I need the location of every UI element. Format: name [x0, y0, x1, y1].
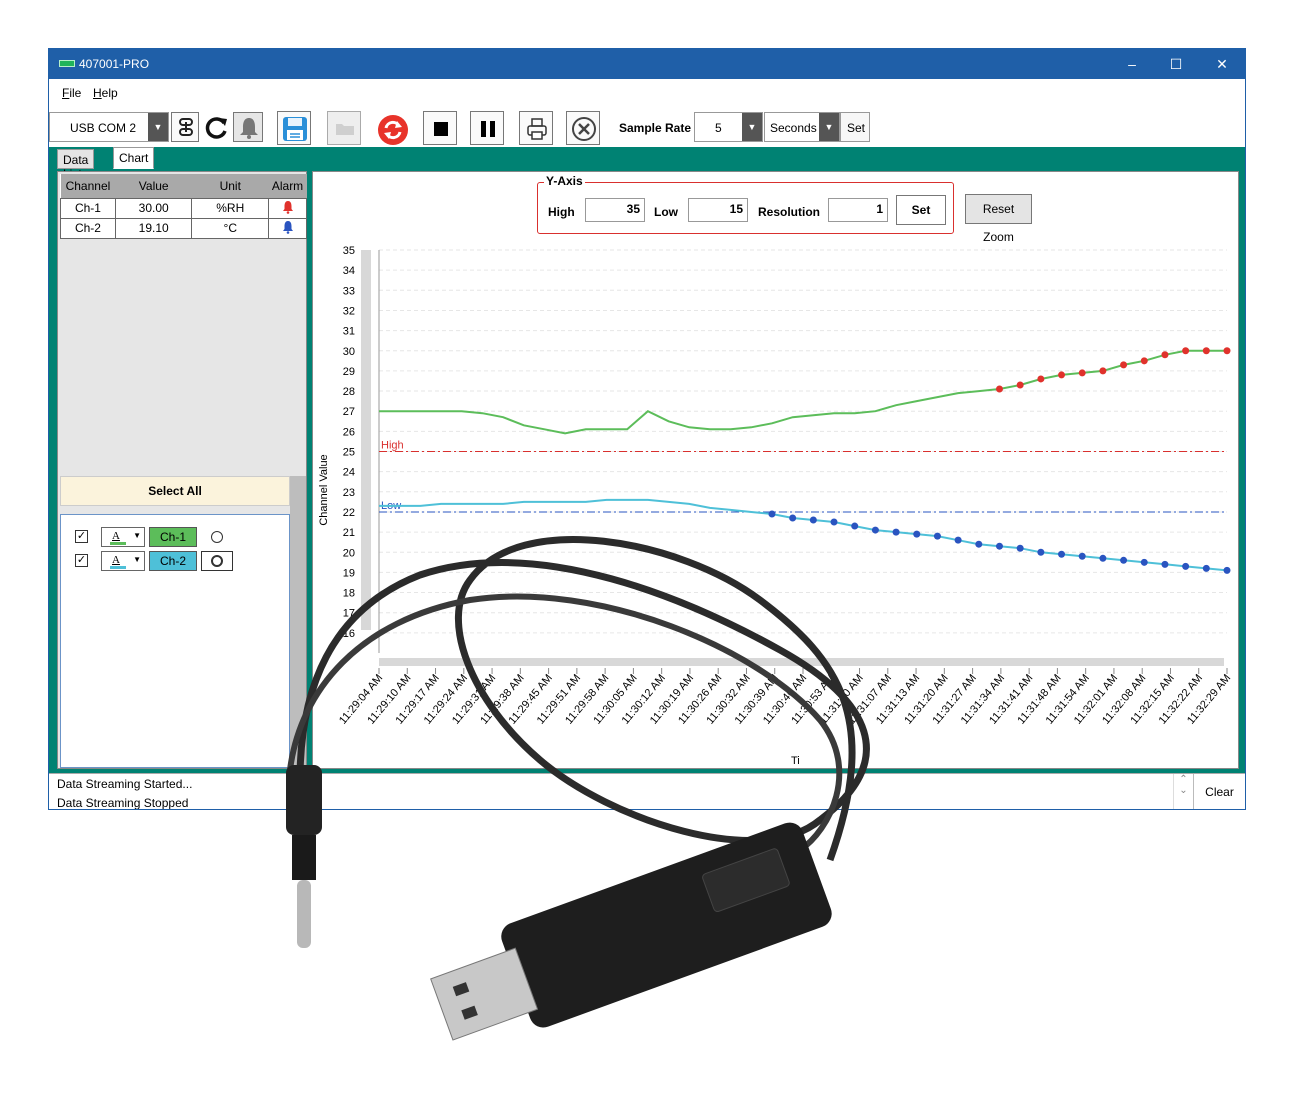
usb-dongle: [430, 822, 832, 1041]
audio-jack-plug: [297, 880, 311, 948]
usb-dongle-body: [501, 822, 832, 1028]
cable-loop: [296, 536, 870, 862]
audio-jack-body: [286, 765, 322, 835]
audio-jack-grip: [292, 835, 316, 880]
usb-cable-photo: [286, 536, 870, 1041]
